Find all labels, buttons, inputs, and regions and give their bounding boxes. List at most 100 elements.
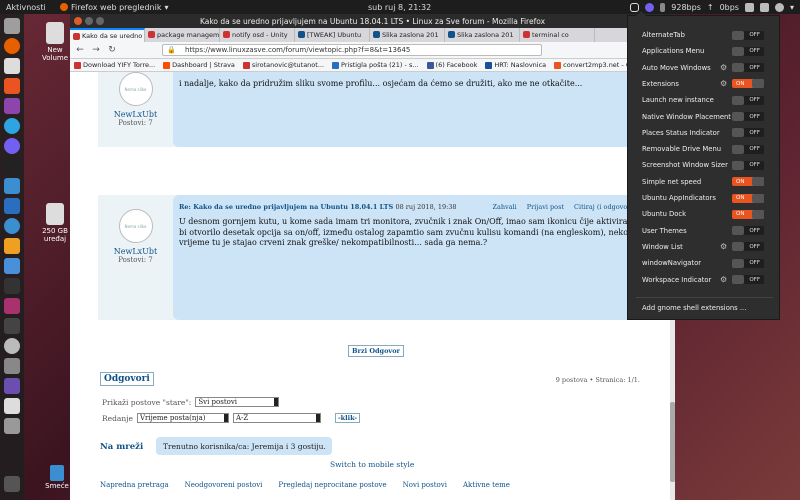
document-viewer-icon[interactable] — [4, 178, 20, 194]
telegram-icon[interactable] — [4, 118, 20, 134]
back-icon[interactable]: ← — [74, 45, 86, 55]
footer-link[interactable]: Aktivne teme — [463, 481, 510, 489]
footer-link[interactable]: Neodgovoreni postovi — [185, 481, 263, 489]
browser-tab[interactable]: Slika zaslona 201 — [370, 28, 445, 42]
minimize-window-button[interactable] — [85, 17, 93, 25]
gear-icon[interactable]: ⚙ — [720, 79, 727, 88]
show-posts-select[interactable]: Svi postovi — [195, 397, 280, 407]
wallpaper-app-icon[interactable] — [4, 378, 20, 394]
amazon-icon[interactable] — [4, 238, 20, 254]
extension-toggle[interactable]: OFF — [732, 46, 764, 56]
text-editor-icon[interactable] — [4, 398, 20, 414]
system-monitor-icon[interactable] — [4, 318, 20, 334]
maximize-window-button[interactable] — [96, 17, 104, 25]
extension-toggle[interactable]: ON — [732, 193, 764, 203]
software-installer-icon[interactable] — [4, 58, 20, 74]
sort-order-select[interactable]: A-Z — [232, 413, 321, 423]
go-button[interactable]: -klik- — [334, 413, 361, 423]
extension-toggle[interactable]: OFF — [732, 226, 764, 236]
disks-icon[interactable] — [4, 338, 20, 354]
desktop-icon-250gb[interactable]: 250 GB uređaj — [35, 203, 75, 243]
clock[interactable]: sub ruj 8, 21:32 — [368, 3, 431, 12]
show-applications-icon[interactable] — [4, 476, 20, 492]
username-link[interactable]: NewLxUbt — [98, 110, 173, 119]
help-icon[interactable] — [4, 218, 20, 234]
extension-toggle[interactable]: OFF — [732, 112, 764, 121]
browser-tab[interactable]: notify osd - Unity — [220, 28, 295, 42]
quick-reply-button[interactable]: Brzi Odgovor — [348, 345, 404, 357]
activities-button[interactable]: Aktivnosti — [6, 3, 54, 12]
bookmark-item[interactable]: HRT: Naslovnica — [485, 61, 546, 69]
screenshot-icon[interactable] — [4, 298, 20, 314]
bookmark-item[interactable]: (6) Facebook — [426, 61, 477, 69]
chevron-down-icon[interactable]: ▾ — [790, 3, 794, 12]
viber-icon[interactable] — [645, 2, 655, 12]
files-icon[interactable] — [4, 18, 20, 34]
quote-button[interactable]: Citiraj (i odgovori) — [574, 203, 635, 211]
extension-toggle[interactable]: OFF — [732, 128, 764, 138]
viber-icon[interactable] — [4, 138, 20, 154]
desktop-icon-new-volume[interactable]: New Volume — [35, 22, 75, 62]
gear-icon[interactable]: ⚙ — [720, 242, 727, 251]
add-extensions-link[interactable]: Add gnome shell extensions ... — [642, 304, 746, 312]
trash-icon[interactable] — [4, 418, 20, 434]
net-up-value[interactable]: 0bps — [720, 3, 739, 12]
net-down-value[interactable]: 928bps — [671, 3, 701, 12]
image-viewer-icon[interactable] — [4, 98, 20, 114]
extension-toggle[interactable]: OFF — [732, 63, 764, 73]
bookmark-item[interactable]: Pristigla pošta (21) - s... — [332, 61, 419, 69]
close-window-button[interactable] — [74, 17, 82, 25]
terminal-icon[interactable] — [4, 278, 20, 294]
scrollbar-thumb[interactable] — [670, 402, 675, 482]
desktop-icon-trash[interactable]: Smeće — [42, 465, 72, 490]
extension-toggle[interactable]: ON — [732, 177, 764, 187]
gear-icon[interactable]: ⚙ — [720, 275, 727, 284]
browser-tab[interactable]: package managem — [145, 28, 220, 42]
extension-toggle[interactable]: OFF — [732, 258, 764, 268]
volume-icon[interactable] — [759, 2, 769, 12]
bookmark-item[interactable]: sirotanovic@tutanot... — [242, 61, 324, 69]
extension-toggle[interactable]: OFF — [732, 30, 764, 40]
post-subject-link[interactable]: Re: Kako da se uredno prijavljujem na Ub… — [179, 203, 393, 211]
music-player-icon[interactable] — [4, 78, 20, 94]
firefox-icon[interactable] — [4, 38, 20, 54]
extension-name: Window List — [642, 242, 683, 251]
toggle-state: ON — [736, 178, 745, 185]
office-writer-icon[interactable] — [4, 198, 20, 214]
bookmark-item[interactable]: Download YIFY Torre... — [74, 61, 155, 69]
forward-icon[interactable]: → — [90, 45, 102, 55]
browser-tab[interactable]: Kako da se uredno — [70, 28, 145, 42]
sort-by-select[interactable]: Vrijeme posta(nja) — [136, 413, 229, 423]
app-menu[interactable]: Firefox web preglednik ▾ — [60, 3, 168, 12]
extension-toggle[interactable]: OFF — [732, 242, 764, 252]
url-bar[interactable]: 🔒 https://www.linuxzasve.com/forum/viewt… — [162, 44, 542, 56]
settings-icon[interactable] — [4, 358, 20, 374]
thank-button[interactable]: Zahvali — [492, 203, 516, 211]
bookmark-item[interactable]: Dashboard | Strava — [163, 61, 235, 69]
mobile-style-link[interactable]: Switch to mobile style — [330, 460, 414, 469]
gear-icon[interactable]: ⚙ — [720, 63, 727, 72]
tab-favicon-icon — [448, 31, 455, 38]
network-icon[interactable] — [744, 2, 754, 12]
footer-link[interactable]: Napredna pretraga — [100, 481, 169, 489]
lock-icon: 🔒 — [167, 46, 176, 54]
browser-tab[interactable]: Slika zaslona 201 — [445, 28, 520, 42]
browser-tab[interactable]: terminal co — [520, 28, 595, 42]
browser-tab[interactable]: [TWEAK] Ubuntu — [295, 28, 370, 42]
power-icon[interactable] — [774, 2, 784, 12]
extension-toggle[interactable]: ON — [732, 209, 764, 219]
footer-link[interactable]: Novi postovi — [403, 481, 447, 489]
app-grid-icon[interactable] — [4, 258, 20, 274]
window-title-bar[interactable]: Kako da se uredno prijavljujem na Ubuntu… — [70, 14, 675, 28]
extension-toggle[interactable]: OFF — [732, 275, 764, 284]
inkscape-icon[interactable] — [4, 158, 20, 174]
footer-link[interactable]: Pregledaj neprocitane postove — [278, 481, 386, 489]
extension-toggle[interactable]: OFF — [732, 144, 764, 154]
report-button[interactable]: Prijavi post — [527, 203, 564, 211]
reload-icon[interactable]: ↻ — [106, 45, 118, 55]
extension-toggle[interactable]: OFF — [732, 160, 764, 170]
extension-toggle[interactable]: ON — [732, 79, 764, 89]
reply-button[interactable]: Odgovori — [100, 372, 154, 386]
extension-toggle[interactable]: OFF — [732, 95, 764, 105]
username-link[interactable]: NewLxUbt — [98, 247, 173, 256]
